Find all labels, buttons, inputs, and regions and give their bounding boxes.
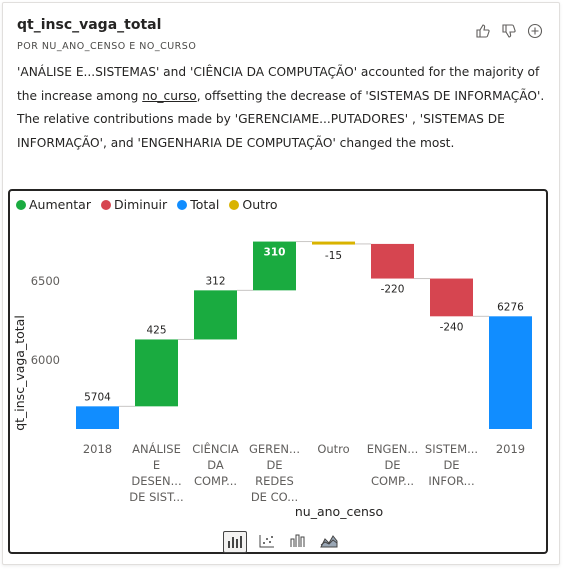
legend-label: Total (190, 197, 220, 212)
chart-legend: Aumentar Diminuir Total Outro (16, 197, 278, 212)
x-tick-label: ENGEN... (367, 442, 419, 456)
data-label: -220 (381, 284, 405, 296)
summary-field-link[interactable]: no_curso (142, 89, 197, 103)
y-tick-label: 6000 (31, 353, 60, 367)
x-tick-label: REDES (255, 474, 294, 488)
legend-item-increase[interactable]: Aumentar (16, 197, 91, 212)
x-axis-title: nu_ano_censo (295, 504, 383, 519)
legend-label: Diminuir (113, 197, 168, 212)
x-tick-label: 2018 (83, 442, 112, 456)
card-actions (475, 23, 543, 39)
data-label: 312 (205, 275, 225, 287)
insight-summary: 'ANÁLISE E...SISTEMAS' and 'CIÊNCIA DA C… (17, 61, 547, 155)
y-axis-title: qt_insc_vaga_total (12, 315, 27, 431)
data-label: 425 (146, 324, 166, 336)
legend-label: Aumentar (29, 197, 91, 212)
bar-7 (489, 316, 532, 429)
add-icon[interactable] (527, 23, 543, 39)
x-tick-label: COMP... (194, 474, 237, 488)
legend-item-other[interactable]: Outro (229, 197, 278, 212)
legend-item-total[interactable]: Total (177, 197, 219, 212)
x-tick-label: Outro (317, 442, 349, 456)
x-tick-label: GEREN... (249, 442, 300, 456)
x-tick-label: DESEN... (131, 474, 181, 488)
legend-item-decrease[interactable]: Diminuir (100, 197, 168, 212)
x-tick-label: DE SIST... (129, 490, 183, 504)
legend-swatch (16, 199, 26, 210)
x-tick-label: SISTEM... (425, 442, 478, 456)
thumbs-down-icon[interactable] (501, 23, 517, 39)
bar-4 (312, 241, 355, 245)
bar-0 (76, 406, 119, 429)
waterfall-chart: Aumentar Diminuir Total Outro qt_insc_va… (8, 189, 548, 554)
x-tick-label: CIÊNCIA (192, 441, 239, 456)
thumbs-up-icon[interactable] (475, 23, 491, 39)
x-tick-label: 2019 (496, 442, 525, 456)
waterfall-icon[interactable] (223, 531, 247, 553)
data-label: 5704 (84, 391, 111, 403)
data-label: 310 (264, 247, 286, 259)
column-icon[interactable] (287, 531, 309, 551)
x-tick-label: E (153, 458, 160, 472)
legend-swatch (100, 199, 111, 210)
legend-swatch (229, 199, 240, 210)
bar-5 (371, 243, 414, 279)
x-tick-label: ANÁLISE (132, 441, 181, 456)
x-tick-label: DE (443, 458, 459, 472)
bar-1 (135, 339, 178, 407)
x-tick-label: COMP... (371, 474, 414, 488)
bar-2 (194, 290, 237, 340)
x-tick-label: DA (207, 458, 224, 472)
viz-type-switcher (223, 531, 340, 553)
card-subtitle: POR NU_ANO_CENSO E NO_CURSO (17, 41, 197, 52)
legend-label: Outro (242, 197, 278, 212)
y-tick-label: 6500 (31, 274, 60, 288)
chart-plot-area: qt_insc_vaga_total 6000 6500 5704 2018 425 ANÁ… (12, 241, 532, 519)
x-tick-label: INFOR... (428, 474, 474, 488)
bar-6 (430, 278, 473, 317)
legend-swatch (177, 199, 188, 210)
data-label: 6276 (497, 301, 524, 313)
card-title: qt_insc_vaga_total (17, 17, 162, 33)
x-tick-label: DE CO... (251, 490, 298, 504)
area-icon[interactable] (318, 531, 340, 551)
data-label: -240 (440, 321, 464, 333)
data-label: -15 (325, 250, 342, 262)
x-tick-label: DE (384, 458, 400, 472)
x-tick-label: DE (266, 458, 282, 472)
scatter-icon[interactable] (256, 531, 278, 551)
